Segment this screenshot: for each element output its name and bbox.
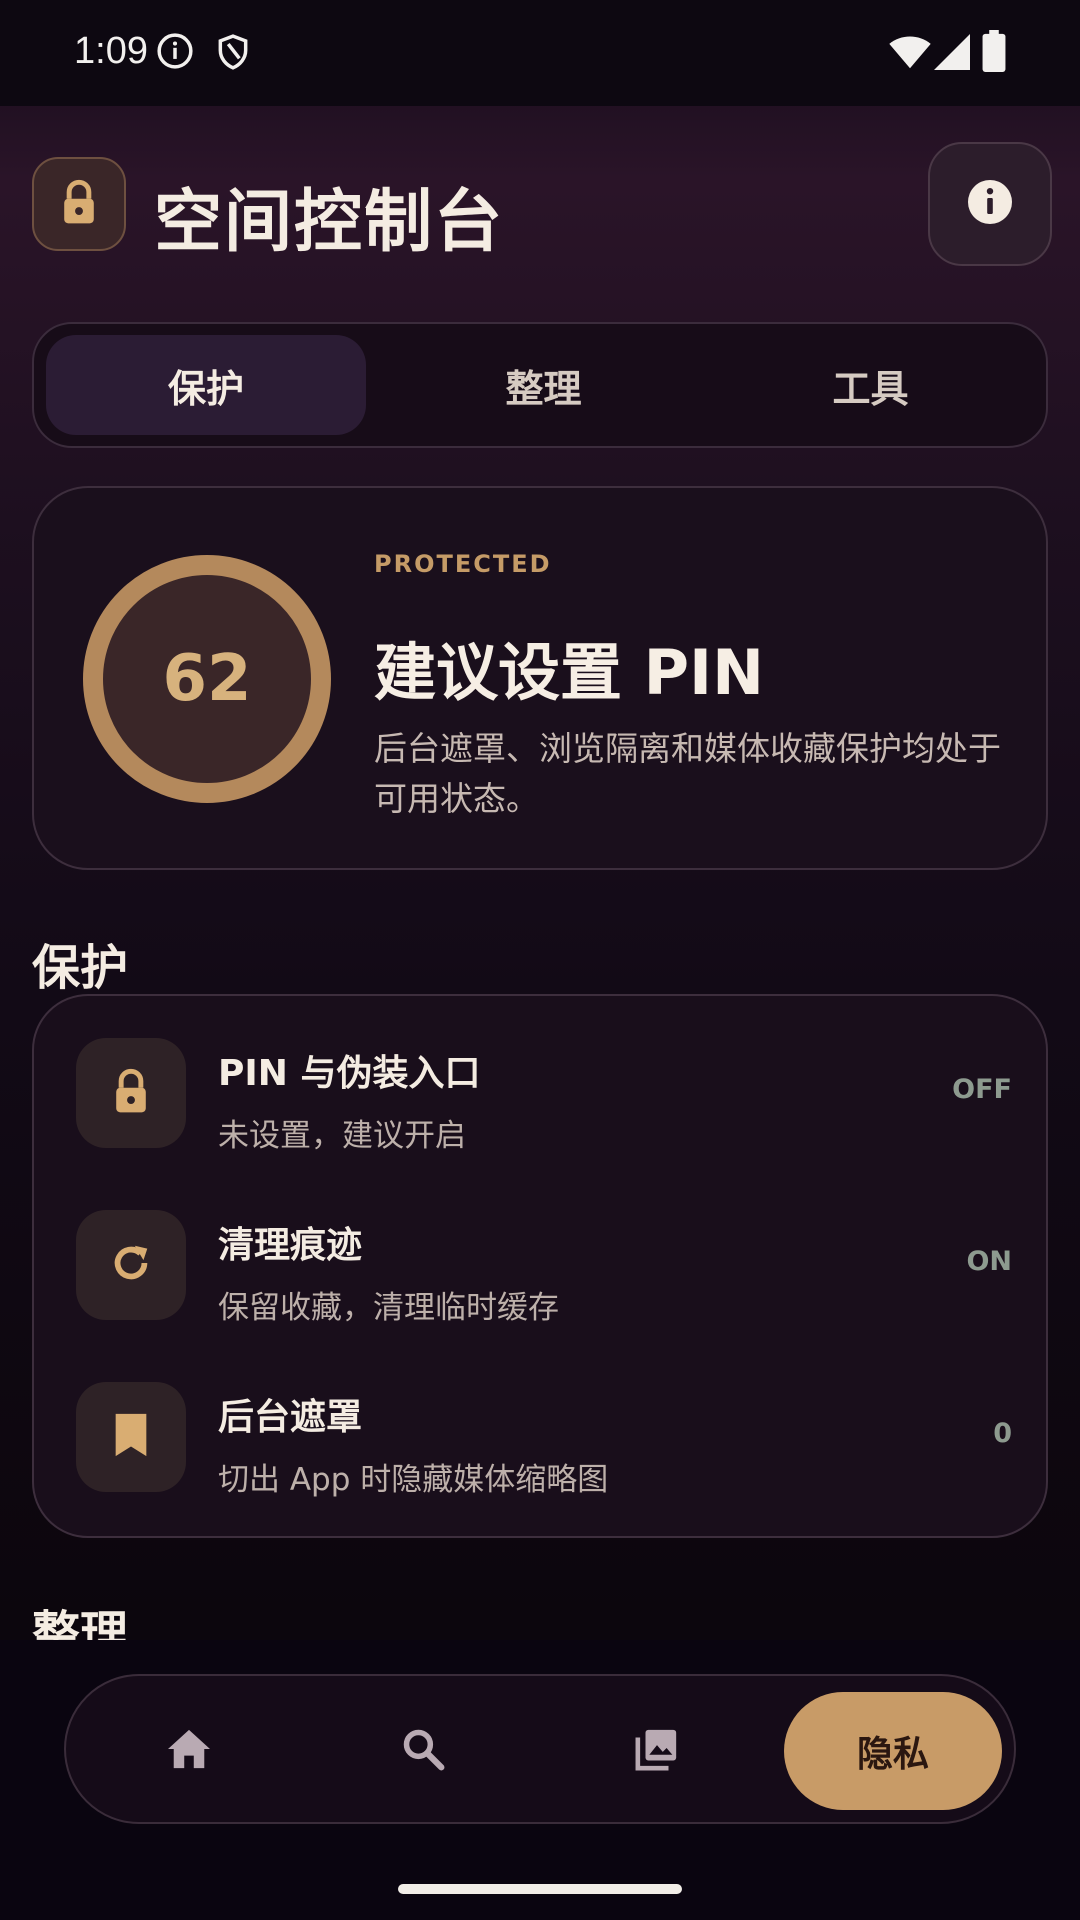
list-item-subtitle: 保留收藏，清理临时缓存 [218, 1290, 559, 1326]
refresh-icon [108, 1240, 154, 1290]
info-status-icon [156, 32, 194, 74]
bottom-navigation: 隐私 [64, 1674, 1016, 1824]
section-title-protect: 保护 [32, 940, 129, 996]
tab-tools[interactable]: 工具 [707, 335, 1034, 435]
tab-organize[interactable]: 整理 [380, 335, 707, 435]
home-icon [166, 1728, 212, 1774]
bookmark-icon [113, 1412, 149, 1462]
page-title: 空间控制台 [154, 183, 505, 262]
status-kicker: PROTECTED [374, 550, 552, 578]
list-item-title: PIN 与伪装入口 [218, 1053, 481, 1094]
nav-search[interactable] [370, 1698, 476, 1804]
row-icon-box [76, 1038, 186, 1148]
app-lock-badge [32, 157, 126, 251]
battery-icon [982, 30, 1006, 76]
info-button[interactable] [928, 142, 1052, 266]
protection-status-card[interactable]: 62 PROTECTED 建议设置 PIN 后台遮罩、浏览隔离和媒体收藏保护均处… [32, 486, 1048, 870]
info-icon [966, 178, 1014, 230]
wifi-icon [888, 34, 932, 74]
home-indicator[interactable] [398, 1884, 682, 1894]
row-icon-box [76, 1210, 186, 1320]
segmented-tabs: 保护 整理 工具 [32, 322, 1048, 448]
lock-icon [111, 1068, 151, 1118]
list-item-subtitle: 切出 App 时隐藏媒体缩略图 [218, 1462, 609, 1498]
row-icon-box [76, 1382, 186, 1492]
list-item-value: 0 [993, 1418, 1012, 1449]
status-title: 建议设置 PIN [374, 636, 764, 709]
gallery-icon [634, 1726, 680, 1776]
search-icon [401, 1727, 445, 1775]
status-bar: 1:09 [0, 0, 1080, 106]
list-item-background-mask[interactable]: 后台遮罩 切出 App 时隐藏媒体缩略图 0 [34, 1340, 1050, 1512]
list-item-pin[interactable]: PIN 与伪装入口 未设置，建议开启 OFF [34, 996, 1050, 1168]
status-time: 1:09 [74, 30, 148, 72]
nav-privacy[interactable]: 隐私 [784, 1692, 1002, 1810]
signal-icon [934, 34, 970, 74]
list-item-value: ON [966, 1246, 1012, 1277]
list-item-clean-traces[interactable]: 清理痕迹 保留收藏，清理临时缓存 ON [34, 1168, 1050, 1340]
lock-icon [59, 179, 99, 229]
list-item-title: 后台遮罩 [218, 1397, 363, 1438]
shield-status-icon [214, 32, 252, 76]
list-item-value: OFF [952, 1074, 1012, 1105]
protect-list: PIN 与伪装入口 未设置，建议开启 OFF 清理痕迹 保留收藏，清理临时缓存 … [32, 994, 1048, 1538]
score-value: 62 [162, 642, 252, 716]
nav-gallery[interactable] [604, 1698, 710, 1804]
list-item-title: 清理痕迹 [218, 1225, 363, 1266]
list-item-subtitle: 未设置，建议开启 [218, 1118, 466, 1154]
tab-protect[interactable]: 保护 [46, 335, 366, 435]
status-description: 后台遮罩、浏览隔离和媒体收藏保护均处于可用状态。 [374, 729, 1001, 818]
nav-home[interactable] [136, 1698, 242, 1804]
